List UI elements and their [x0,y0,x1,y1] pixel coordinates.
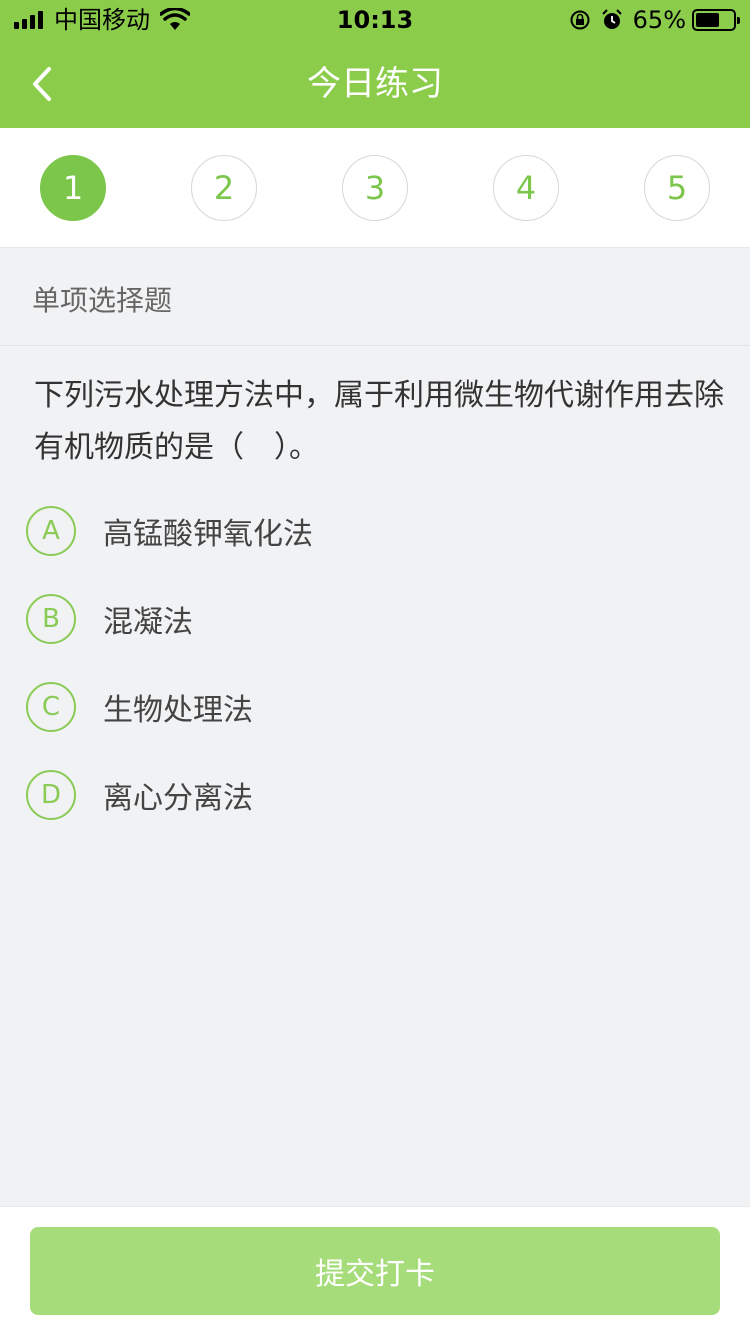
option-c-letter: C [26,682,76,732]
option-b[interactable]: B 混凝法 [26,589,716,649]
step-4[interactable]: 4 [493,155,559,221]
option-a-letter: A [26,506,76,556]
step-2[interactable]: 2 [191,155,257,221]
option-b-letter: B [26,594,76,644]
option-d-text: 离心分离法 [103,781,253,816]
status-bar: 中国移动 10:13 65% [0,0,750,40]
page-title: 今日练习 [307,64,443,104]
step-1[interactable]: 1 [40,155,106,221]
alarm-icon [601,9,622,29]
option-d-letter: D [26,770,76,820]
option-a-text: 高锰酸钾氧化法 [103,517,313,552]
battery-fill [696,13,720,27]
orientation-lock-icon [570,10,590,30]
step-5[interactable]: 5 [644,155,710,221]
submit-checkin-button[interactable]: 提交打卡 [30,1227,720,1315]
question-type-label: 单项选择题 [0,248,750,346]
option-c-text: 生物处理法 [103,693,253,728]
bottom-bar: 提交打卡 [0,1206,750,1334]
option-c[interactable]: C 生物处理法 [26,677,716,737]
question-text: 下列污水处理方法中，属于利用微生物代谢作用去除有机物质的是（ ）。 [34,378,724,465]
option-a[interactable]: A 高锰酸钾氧化法 [26,501,716,561]
step-3[interactable]: 3 [342,155,408,221]
option-b-text: 混凝法 [103,605,193,640]
option-d[interactable]: D 离心分离法 [26,765,716,825]
status-right: 65% [559,6,740,34]
battery-icon [692,9,740,31]
battery-percent: 65% [632,6,686,34]
question-stepper: 1 2 3 4 5 [0,128,750,248]
top-bar: 中国移动 10:13 65% 今日练习 [0,0,750,128]
nav-bar: 今日练习 [0,40,750,128]
